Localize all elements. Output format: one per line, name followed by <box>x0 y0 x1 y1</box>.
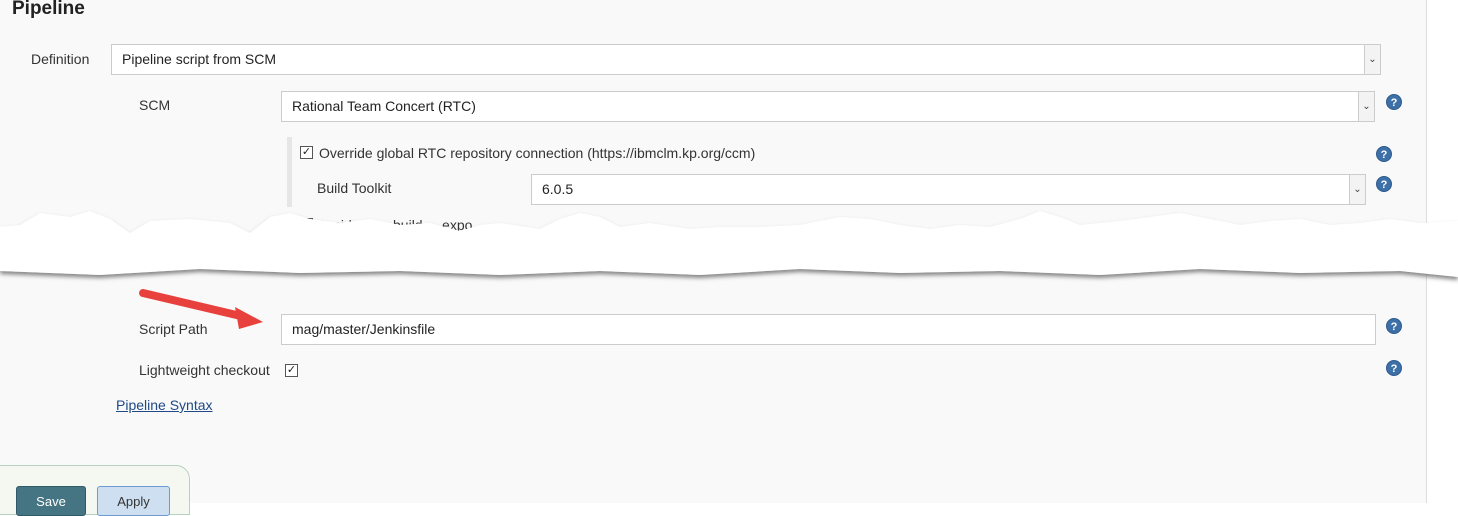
nested-block-bar <box>287 137 292 207</box>
help-icon[interactable]: ? <box>1376 176 1392 192</box>
definition-label: Definition <box>31 51 90 67</box>
build-toolkit-label: Build Toolkit <box>317 180 392 196</box>
chevron-down-icon: ⌄ <box>1364 45 1380 74</box>
script-path-label: Script Path <box>139 321 208 337</box>
help-icon[interactable]: ? <box>1386 318 1402 334</box>
build-toolkit-value: 6.0.5 <box>542 181 574 197</box>
save-button[interactable]: Save <box>16 486 86 516</box>
definition-select[interactable]: Pipeline script from SCM ⌄ <box>111 44 1381 75</box>
help-icon[interactable]: ? <box>1376 146 1392 162</box>
section-title: Pipeline <box>12 0 85 19</box>
definition-value: Pipeline script from SCM <box>122 51 277 67</box>
scm-value: Rational Team Concert (RTC) <box>292 98 476 114</box>
scm-label: SCM <box>139 97 171 113</box>
lightweight-label: Lightweight checkout <box>139 362 270 378</box>
help-icon[interactable]: ? <box>1386 360 1402 376</box>
scm-select[interactable]: Rational Team Concert (RTC) ⌄ <box>281 91 1375 122</box>
pipeline-syntax-link[interactable]: Pipeline Syntax <box>116 397 213 413</box>
lightweight-checkbox[interactable]: ✓ <box>285 364 298 377</box>
apply-button[interactable]: Apply <box>97 486 170 516</box>
pipeline-panel: Pipeline Definition Pipeline script from… <box>0 0 1458 516</box>
override-checkbox[interactable]: ✓ <box>300 146 313 159</box>
torn-edge <box>0 211 1458 277</box>
script-path-input[interactable]: mag/master/Jenkinsfile <box>281 314 1376 345</box>
build-toolkit-select[interactable]: 6.0.5 ⌄ <box>531 174 1366 205</box>
chevron-down-icon: ⌄ <box>1358 92 1374 121</box>
chevron-down-icon: ⌄ <box>1349 175 1365 204</box>
help-icon[interactable]: ? <box>1386 94 1402 110</box>
override-label: Override global RTC repository connectio… <box>319 145 756 161</box>
